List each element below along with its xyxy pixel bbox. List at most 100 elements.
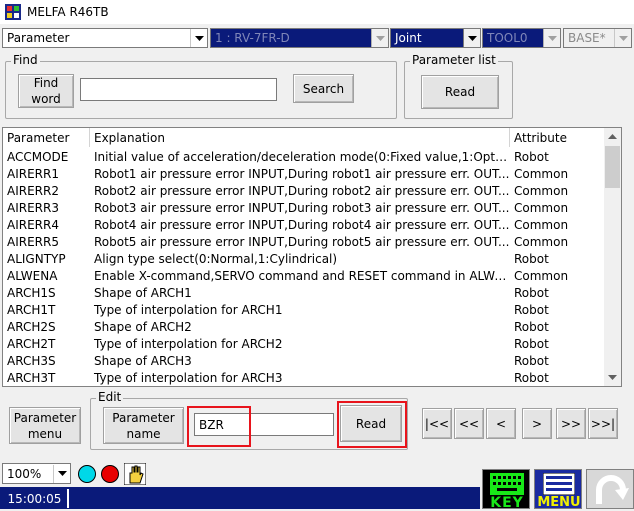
key-button[interactable]: KEY (482, 469, 530, 511)
table-row[interactable]: ARCH1S Shape of ARCH1 Robot (3, 284, 605, 301)
app-icon (5, 4, 21, 20)
scroll-thumb[interactable] (605, 146, 620, 188)
find-word-button[interactable]: Find word (18, 74, 74, 108)
menu-label: MENU (537, 495, 581, 510)
scroll-up-icon[interactable] (604, 128, 621, 145)
attribute-cell: Common (514, 268, 569, 283)
prev-page-button[interactable]: << (454, 408, 484, 439)
explanation-cell: Align type select(0:Normal,1:Cylindrical… (94, 251, 338, 266)
chevron-down-icon[interactable] (543, 29, 560, 47)
edit-group-label: Edit (96, 390, 124, 404)
hand-icon[interactable] (124, 463, 146, 485)
attribute-cell: Common (514, 183, 569, 198)
highlight-box (337, 401, 407, 448)
table-row[interactable]: ARCH3S Shape of ARCH3 Robot (3, 352, 605, 369)
table-row[interactable]: ARCH2T Type of interpolation for ARCH2 Rob… (3, 335, 605, 352)
parameter-cell: AIRERR2 (7, 183, 59, 198)
explanation-cell: Type of interpolation for ARCH3 (94, 370, 283, 385)
mode-select-value: Parameter (7, 31, 70, 45)
table-row[interactable]: ACCMODE Initial value of acceleration/dec… (3, 148, 605, 165)
column-header-explanation[interactable]: Explanation (90, 128, 510, 147)
attribute-cell: Robot (514, 251, 549, 266)
clock: 15:00:05 (2, 489, 69, 508)
parameter-list-read-button[interactable]: Read (421, 75, 499, 109)
attribute-cell: Robot (514, 353, 549, 368)
explanation-cell: Robot4 air pressure error INPUT,During r… (94, 217, 510, 232)
explanation-cell: Shape of ARCH3 (94, 353, 192, 368)
tool-select[interactable]: TOOL0 (482, 28, 561, 48)
column-header-parameter[interactable]: Parameter (3, 128, 90, 147)
scroll-down-icon[interactable] (604, 369, 621, 386)
jog-mode-value: Joint (395, 31, 422, 45)
attribute-cell: Common (514, 234, 569, 249)
search-button[interactable]: Search (293, 74, 354, 103)
parameter-cell: AIRERR3 (7, 200, 59, 215)
parameter-cell: ARCH3T (7, 370, 56, 385)
table-row[interactable]: AIRERR3 Robot3 air pressure error INPUT,D… (3, 199, 605, 216)
base-select-value: BASE* (568, 31, 606, 45)
explanation-cell: Initial value of acceleration/decelerati… (94, 149, 510, 164)
attribute-cell: Common (514, 166, 569, 181)
table-row[interactable]: AIRERR2 Robot2 air pressure error INPUT,D… (3, 182, 605, 199)
chevron-down-icon[interactable] (463, 29, 480, 47)
speed-select[interactable]: 100% (2, 463, 71, 484)
explanation-cell: Type of interpolation for ARCH1 (94, 302, 283, 317)
highlight-box (187, 406, 251, 447)
explanation-cell: Type of interpolation for ARCH2 (94, 336, 283, 351)
cyan-status-indicator (78, 465, 96, 483)
table-body: ACCMODE Initial value of acceleration/dec… (3, 148, 605, 386)
chevron-down-icon[interactable] (614, 29, 631, 47)
table-row[interactable]: AIRERR5 Robot5 air pressure error INPUT,D… (3, 233, 605, 250)
explanation-cell: Robot3 air pressure error INPUT,During r… (94, 200, 510, 215)
attribute-cell: Robot (514, 302, 549, 317)
last-page-button[interactable]: >>| (588, 408, 618, 439)
mode-select[interactable]: Parameter (2, 28, 208, 48)
next-button[interactable]: > (522, 408, 552, 439)
tool-select-value: TOOL0 (487, 31, 528, 45)
return-arrow-icon (596, 475, 629, 504)
parameter-list-group-label: Parameter list (410, 53, 498, 67)
table-row[interactable]: AIRERR4 Robot4 air pressure error INPUT,D… (3, 216, 605, 233)
table-header: Parameter Explanation Attribute (3, 128, 605, 147)
speed-select-value: 100% (7, 466, 42, 481)
attribute-cell: Robot (514, 336, 549, 351)
table-row[interactable]: ARCH1T Type of interpolation for ARCH1 Rob… (3, 301, 605, 318)
red-status-indicator (101, 465, 119, 483)
robot-select-value: 1 : RV-7FR-D (215, 31, 290, 45)
explanation-cell: Shape of ARCH2 (94, 319, 192, 334)
find-input[interactable] (80, 78, 277, 101)
vertical-scrollbar[interactable] (604, 128, 621, 386)
table-row[interactable]: ARCH2S Shape of ARCH2 Robot (3, 318, 605, 335)
parameter-menu-button[interactable]: Parameter menu (9, 407, 81, 444)
find-group-label: Find (11, 53, 40, 67)
chevron-down-icon[interactable] (53, 464, 70, 483)
explanation-cell: Enable X-command,SERVO command and RESET… (94, 268, 510, 283)
next-page-button[interactable]: >> (556, 408, 586, 439)
parameter-cell: ARCH1T (7, 302, 56, 317)
column-header-attribute[interactable]: Attribute (510, 128, 605, 147)
table-row[interactable]: AIRERR1 Robot1 air pressure error INPUT,D… (3, 165, 605, 182)
menu-button[interactable]: MENU (534, 469, 582, 510)
attribute-cell: Robot (514, 149, 549, 164)
parameter-cell: ARCH2T (7, 336, 56, 351)
table-row[interactable]: ALWENA Enable X-command,SERVO command and… (3, 267, 605, 284)
parameter-cell: AIRERR1 (7, 166, 59, 181)
jog-mode-select[interactable]: Joint (390, 28, 481, 48)
explanation-cell: Robot5 air pressure error INPUT,During r… (94, 234, 510, 249)
table-row[interactable]: ARCH3T Type of interpolation for ARCH3 Rob… (3, 369, 605, 386)
first-page-button[interactable]: |<< (422, 408, 452, 439)
chevron-down-icon[interactable] (190, 29, 207, 47)
chevron-down-icon[interactable] (371, 29, 388, 47)
explanation-cell: Robot1 air pressure error INPUT,During r… (94, 166, 510, 181)
keyboard-icon (490, 473, 524, 495)
parameter-name-button[interactable]: Parameter name (103, 407, 184, 444)
prev-button[interactable]: < (486, 408, 516, 439)
status-bar (0, 487, 480, 509)
robot-select[interactable]: 1 : RV-7FR-D (210, 28, 389, 48)
attribute-cell: Robot (514, 370, 549, 385)
return-button[interactable] (586, 469, 634, 509)
base-select[interactable]: BASE* (563, 28, 632, 48)
explanation-cell: Robot2 air pressure error INPUT,During r… (94, 183, 510, 198)
table-row[interactable]: ALIGNTYP Align type select(0:Normal,1:Cyl… (3, 250, 605, 267)
menu-grid-icon (543, 473, 575, 495)
